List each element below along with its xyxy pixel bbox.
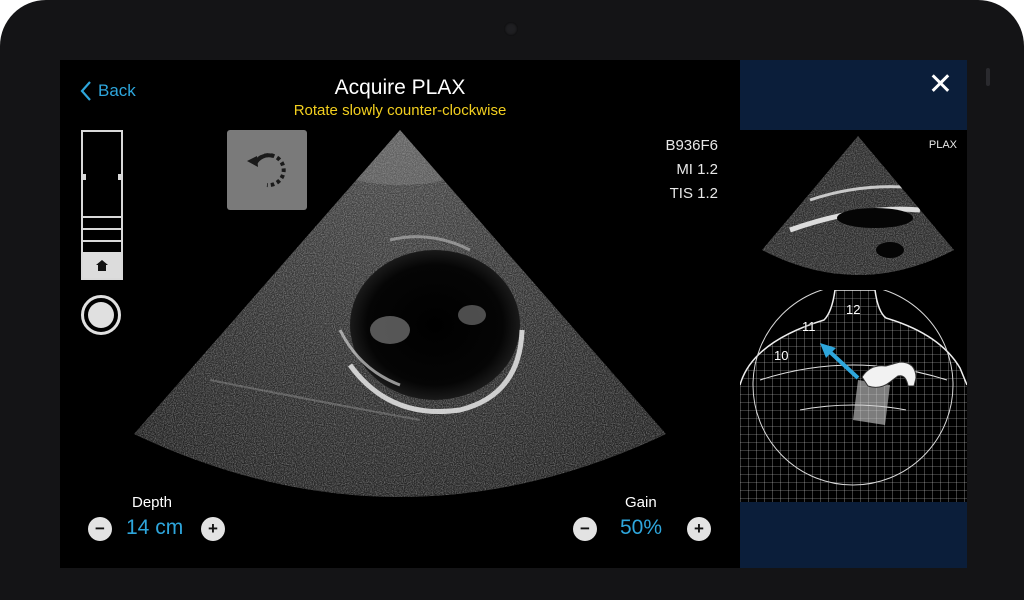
guide-number-11: 11 xyxy=(802,319,816,334)
capture-button[interactable] xyxy=(81,295,121,335)
torso-wireframe xyxy=(740,290,967,502)
depth-decrease-button[interactable]: − xyxy=(88,517,112,541)
camera-icon xyxy=(504,22,518,36)
acquisition-info: B936F6 MI 1.2 TIS 1.2 xyxy=(665,134,718,206)
home-icon xyxy=(96,259,108,271)
instruction-text: Rotate slowly counter-clockwise xyxy=(293,102,507,119)
guide-number-12: 12 xyxy=(846,302,861,317)
gain-value: 50% xyxy=(620,516,663,539)
guidance-panel: ✕ PLAX 12 11 10 xyxy=(740,60,967,568)
depth-increase-button[interactable]: + xyxy=(201,517,225,541)
reference-view: PLAX xyxy=(740,130,967,290)
home-button[interactable] xyxy=(83,252,121,278)
ultrasound-image xyxy=(134,130,666,497)
probe-id: B936F6 xyxy=(665,137,718,154)
slider-tick xyxy=(118,174,121,180)
mi-value: MI 1.2 xyxy=(676,161,718,178)
tis-value: TIS 1.2 xyxy=(669,185,718,202)
depth-label: Depth xyxy=(132,494,173,511)
probe-position-guide: 12 11 10 xyxy=(740,290,967,502)
close-icon[interactable]: ✕ xyxy=(928,70,953,100)
rotate-counter-clockwise-icon xyxy=(247,153,286,188)
ultrasound-main-view: Back Acquire PLAX Rotate slowly counter-… xyxy=(60,60,740,568)
slider-tick xyxy=(83,174,86,180)
app-screen: Back Acquire PLAX Rotate slowly counter-… xyxy=(60,60,967,568)
depth-slider[interactable] xyxy=(81,130,123,280)
depth-value: 14 cm xyxy=(126,516,184,539)
gain-increase-button[interactable]: + xyxy=(687,517,711,541)
gain-label: Gain xyxy=(625,494,657,511)
view-label: PLAX xyxy=(928,139,957,151)
rotate-guidance-button[interactable] xyxy=(227,130,307,210)
gain-decrease-button[interactable]: − xyxy=(573,517,597,541)
guide-number-10: 10 xyxy=(774,348,789,363)
slider-thumb[interactable] xyxy=(83,216,121,254)
reference-ultrasound-image xyxy=(762,136,954,275)
side-button xyxy=(986,68,990,86)
page-title: Acquire PLAX xyxy=(334,76,466,99)
